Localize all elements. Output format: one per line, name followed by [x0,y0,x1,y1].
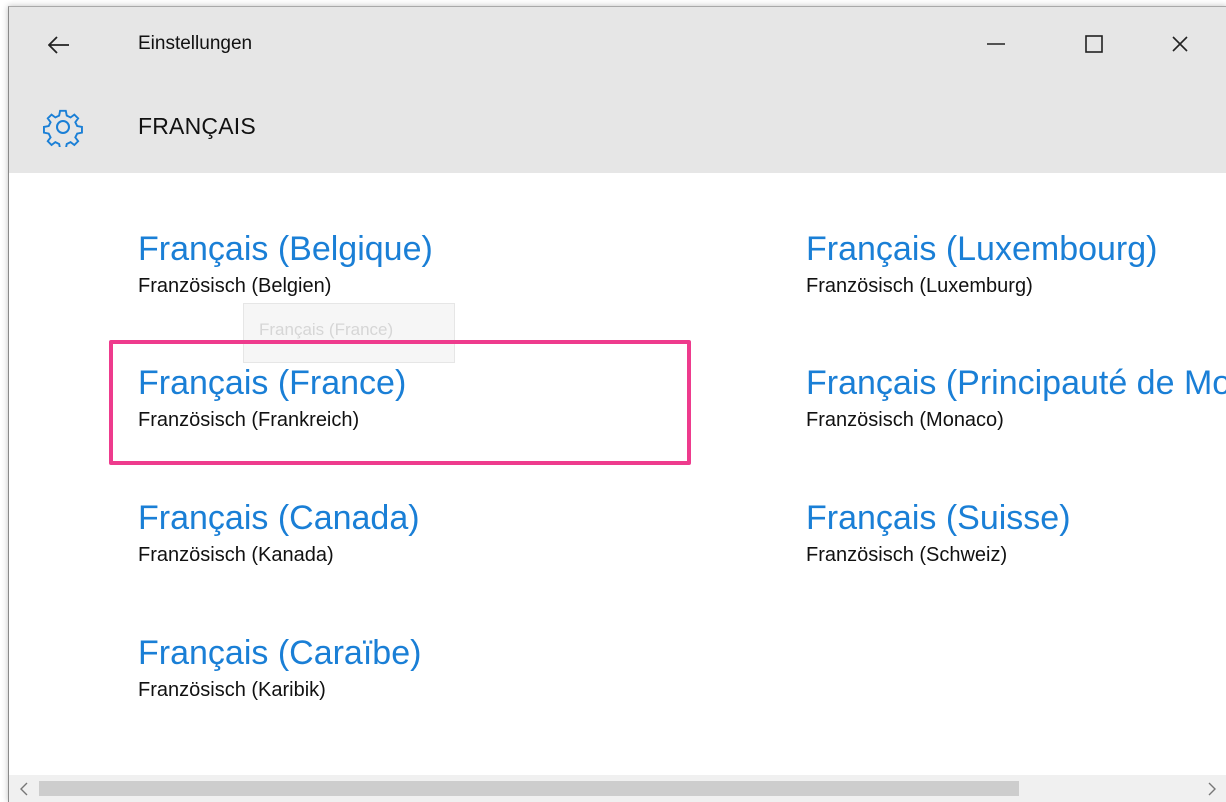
drag-ghost-label: Français (France) [259,320,394,339]
maximize-button[interactable] [1067,21,1121,67]
chevron-right-icon [1208,782,1216,795]
language-item-caraibe[interactable]: Français (Caraïbe) Französisch (Karibik) [138,633,421,703]
settings-window: Einstellungen FRANÇAIS Français (France)… [8,6,1226,802]
language-item-canada[interactable]: Français (Canada) Französisch (Kanada) [138,498,420,568]
scroll-right-button[interactable] [1197,775,1226,802]
app-title: Einstellungen [138,33,253,54]
language-item-france[interactable]: Français (France) Französisch (Frankreic… [138,363,406,433]
language-native-name: Français (Suisse) [806,499,1071,537]
close-button[interactable] [1153,21,1207,67]
scroll-left-button[interactable] [9,775,39,802]
language-item-luxembourg[interactable]: Français (Luxembourg) Französisch (Luxem… [806,229,1157,299]
language-native-name: Français (Belgique) [138,230,433,268]
maximize-icon [1085,35,1103,53]
language-list: Français (France) Français (Belgique) Fr… [9,173,1226,773]
horizontal-scrollbar[interactable] [9,775,1226,802]
back-arrow-icon [48,36,69,54]
language-native-name: Français (Luxembourg) [806,230,1158,268]
language-german-name: Französisch (Belgien) [138,275,332,297]
language-item-suisse[interactable]: Français (Suisse) Französisch (Schweiz) [806,498,1071,568]
close-icon [1172,36,1188,52]
minimize-icon [987,43,1005,45]
language-german-name: Französisch (Luxemburg) [806,275,1033,297]
gear-icon [41,105,85,149]
language-native-name: Français (Caraïbe) [138,634,422,672]
language-german-name: Französisch (Frankreich) [138,409,360,431]
chevron-left-icon [20,782,28,795]
header: Einstellungen FRANÇAIS [9,7,1226,173]
language-native-name: Français (Principauté de Monaco) [806,364,1226,402]
back-button[interactable] [39,25,79,65]
language-native-name: Français (France) [138,364,407,402]
language-item-monaco[interactable]: Français (Principauté de Monaco) Französ… [806,363,1226,433]
scroll-thumb[interactable] [39,781,1019,796]
language-german-name: Französisch (Monaco) [806,409,1004,431]
language-german-name: Französisch (Karibik) [138,679,326,701]
language-native-name: Français (Canada) [138,499,420,537]
language-german-name: Französisch (Schweiz) [806,544,1008,566]
titlebar: Einstellungen [9,7,1226,85]
language-german-name: Französisch (Kanada) [138,544,334,566]
minimize-button[interactable] [969,21,1023,67]
page-title: FRANÇAIS [138,113,256,139]
language-item-belgique[interactable]: Français (Belgique) Französisch (Belgien… [138,229,433,299]
